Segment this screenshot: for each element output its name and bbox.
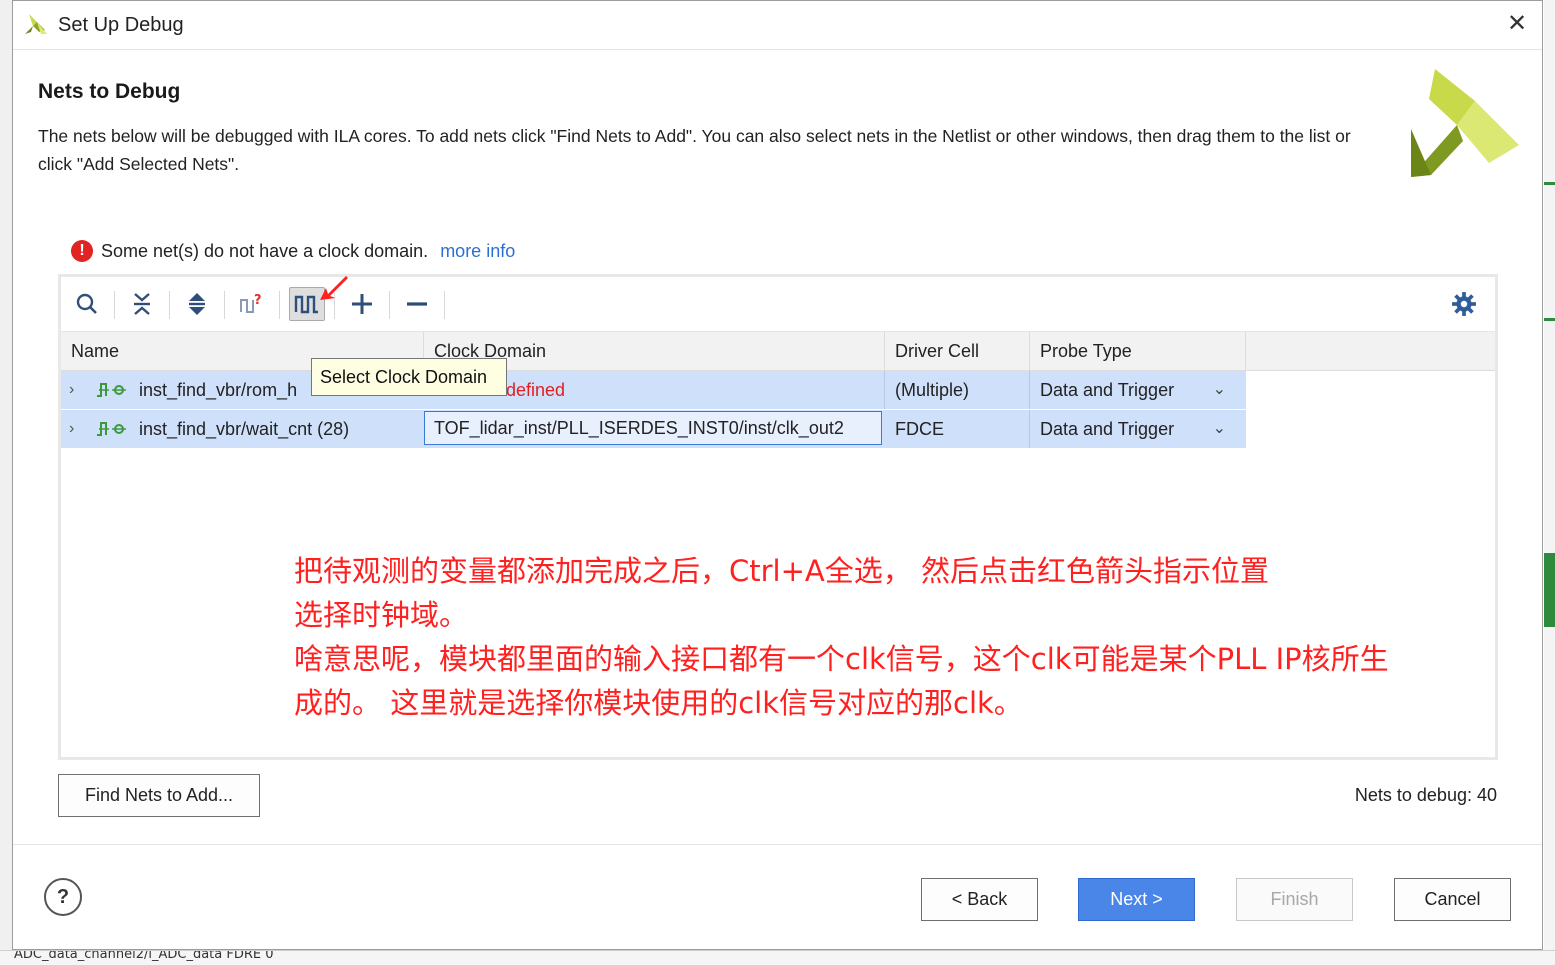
background-window-left	[0, 0, 12, 964]
background-window-right	[1544, 0, 1555, 964]
nets-to-debug-count: Nets to debug: 40	[1354, 785, 1497, 805]
chevron-down-icon[interactable]: ⌄	[1213, 371, 1226, 409]
background-row-text: ADC_data_channel2/i_ADC_data FDRE 0	[14, 950, 274, 962]
net-icon	[97, 383, 126, 397]
add-icon[interactable]	[344, 287, 380, 321]
find-clock-icon[interactable]: ?	[234, 287, 270, 321]
remove-icon[interactable]	[399, 287, 435, 321]
table-row[interactable]: › inst_find_vbr/wait_cnt (28) TOF_lidar_…	[61, 410, 1246, 448]
probe-type-select[interactable]: Data and Trigger ⌄	[1030, 371, 1246, 409]
expand-all-icon[interactable]	[179, 287, 215, 321]
finish-button[interactable]: Finish	[1236, 878, 1353, 921]
search-icon[interactable]	[69, 287, 105, 321]
background-table-row: ADC_data_channel2/i_ADC_data FDRE 0	[0, 950, 1555, 965]
background-wire	[1544, 318, 1555, 321]
find-nets-to-add-button[interactable]: Find Nets to Add...	[58, 774, 260, 817]
expand-row-icon[interactable]: ›	[69, 410, 74, 448]
annotation-line: 把待观测的变量都添加完成之后，Ctrl+A全选， 然后点击红色箭头指示位置	[294, 554, 1269, 588]
annotation-line: 成的。 这里就是选择你模块使用的clk信号对应的那clk。	[294, 686, 1023, 720]
title-bar: Set Up Debug ✕	[13, 1, 1542, 50]
select-clock-domain-tooltip: Select Clock Domain	[311, 358, 507, 396]
set-up-debug-dialog: Set Up Debug ✕ Nets to Debug The nets be…	[12, 0, 1543, 950]
probe-type-value: Data and Trigger	[1040, 380, 1175, 400]
table-row[interactable]: › inst_find_vbr/rom_h defined (Multiple)…	[61, 371, 1246, 409]
net-name: inst_find_vbr/wait_cnt (28)	[139, 419, 350, 439]
page-title: Nets to Debug	[38, 80, 181, 103]
column-header-probe-type[interactable]: Probe Type	[1030, 332, 1246, 370]
next-button[interactable]: Next >	[1078, 878, 1195, 921]
dialog-title: Set Up Debug	[58, 14, 184, 36]
expand-row-icon[interactable]: ›	[69, 371, 74, 409]
collapse-all-icon[interactable]	[124, 287, 160, 321]
clock-domain-field[interactable]: TOF_lidar_inst/PLL_ISERDES_INST0/inst/cl…	[424, 411, 882, 445]
column-header-driver-cell[interactable]: Driver Cell	[885, 332, 1030, 370]
page-header: Nets to Debug The nets below will be deb…	[13, 50, 1542, 200]
clock-domain-value: defined	[506, 380, 566, 400]
footer-divider	[13, 844, 1542, 845]
more-info-link[interactable]: more info	[440, 241, 515, 262]
net-icon	[97, 422, 126, 436]
background-wire	[1544, 182, 1555, 185]
error-icon: !	[71, 240, 93, 262]
settings-icon[interactable]	[1451, 291, 1477, 317]
close-button[interactable]: ✕	[1502, 9, 1532, 39]
annotation-line: 选择时钟域。	[294, 598, 469, 632]
table-header: Name Clock Domain Driver Cell Probe Type	[61, 332, 1495, 371]
help-button[interactable]: ?	[44, 878, 82, 916]
chinese-annotation: 把待观测的变量都添加完成之后，Ctrl+A全选， 然后点击红色箭头指示位置 选择…	[294, 549, 1534, 725]
nets-toolbar: ?	[61, 276, 1495, 332]
probe-type-value: Data and Trigger	[1040, 419, 1175, 439]
back-button[interactable]: < Back	[921, 878, 1038, 921]
vivado-app-icon	[25, 14, 47, 34]
cancel-button[interactable]: Cancel	[1394, 878, 1511, 921]
warning-message: Some net(s) do not have a clock domain.	[101, 240, 429, 261]
driver-cell: FDCE	[885, 410, 1030, 448]
chevron-down-icon[interactable]: ⌄	[1213, 410, 1226, 448]
clock-domain-warning: ! Some net(s) do not have a clock domain…	[71, 239, 515, 263]
annotation-line: 啥意思呢，模块都里面的输入接口都有一个clk信号，这个clk可能是某个PLL I…	[294, 642, 1389, 676]
page-description: The nets below will be debugged with ILA…	[38, 126, 1351, 174]
background-wire	[1544, 553, 1555, 627]
driver-cell: (Multiple)	[885, 371, 1030, 409]
probe-type-select[interactable]: Data and Trigger ⌄	[1030, 410, 1246, 448]
svg-text:?: ?	[254, 293, 262, 308]
vivado-logo-icon	[1411, 69, 1519, 177]
